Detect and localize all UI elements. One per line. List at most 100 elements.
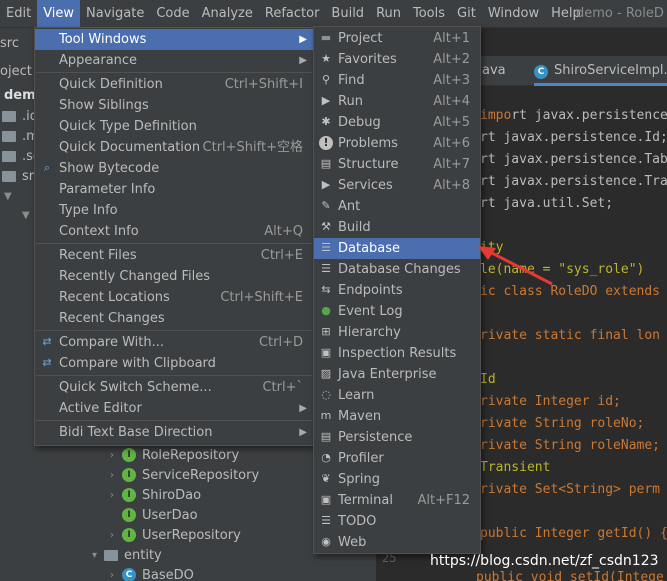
view-menu-item-quick-type-definition[interactable]: Quick Type Definition [35, 116, 313, 137]
code-line[interactable]: public Integer getId() { [480, 526, 667, 541]
tree-item-shirodao[interactable]: › I ShiroDao [110, 485, 201, 505]
tree-item-label: ServiceRepository [142, 467, 260, 483]
shortcut-label: Ctrl+Shift+I [224, 77, 303, 92]
menu-build[interactable]: Build [325, 0, 370, 28]
view-menu-item-show-siblings[interactable]: Show Siblings [35, 95, 313, 116]
tool-window-item-learn[interactable]: ◌ Learn [314, 385, 480, 406]
menu-run[interactable]: Run [370, 0, 407, 28]
menu-navigate[interactable]: Navigate [80, 0, 150, 28]
tool-window-item-event-log[interactable]: ● Event Log [314, 301, 480, 322]
view-menu-item-context-info[interactable]: Context Info Alt+Q [35, 221, 313, 242]
tool-window-item-project[interactable]: ▬ Project Alt+1 [314, 28, 480, 49]
tree-expand-row[interactable]: ▼ [22, 205, 34, 225]
menu-analyze[interactable]: Analyze [196, 0, 259, 28]
code-line[interactable]: rt javax.persistence.Tra [480, 174, 667, 189]
tree-item-rolerepository[interactable]: › I RoleRepository [110, 445, 239, 465]
view-menu-item-recent-changes[interactable]: Recent Changes [35, 308, 313, 329]
tool-window-item-find[interactable]: ⚲ Find Alt+3 [314, 70, 480, 91]
view-menu-item-bidi-text-base-direction[interactable]: Bidi Text Base Direction ▶ [35, 422, 313, 443]
tab-shiroserviceimpl[interactable]: C ShiroServiceImpl.java [534, 56, 667, 86]
menu-item-label: Compare With... [59, 335, 165, 350]
breadcrumb-src[interactable]: src [0, 36, 19, 51]
code-line[interactable]: rt javax.persistence.Tab [480, 152, 667, 167]
shortcut-label: Alt+1 [433, 31, 470, 46]
menu-item-label: Active Editor [59, 401, 142, 416]
tool-window-item-build[interactable]: ⚒ Build [314, 217, 480, 238]
terminal-icon: ▣ [320, 493, 332, 506]
code-line[interactable]: rt javax.persistence.Id; [480, 130, 667, 145]
tool-window-item-database[interactable]: ☰ Database [314, 238, 480, 259]
menu-window[interactable]: Window [482, 0, 545, 28]
view-menu-item-tool-windows[interactable]: Tool Windows ▶ [35, 29, 313, 50]
menu-code[interactable]: Code [150, 0, 195, 28]
bytecode-icon: ⌕ [43, 161, 51, 174]
view-menu-item-appearance[interactable]: Appearance ▶ [35, 50, 313, 71]
tree-item-entity[interactable]: ▾ entity [92, 545, 162, 565]
tool-window-item-maven[interactable]: m Maven [314, 406, 480, 427]
view-menu-item-type-info[interactable]: Type Info [35, 200, 313, 221]
tree-row-id[interactable]: .id [2, 106, 38, 126]
view-menu-item-active-editor[interactable]: Active Editor ▶ [35, 398, 313, 419]
code-line[interactable]: rivate Integer id; [480, 394, 621, 409]
view-menu-item-quick-documentation[interactable]: Quick Documentation Ctrl+Shift+空格 [35, 137, 313, 158]
tab-java[interactable]: ava [482, 56, 506, 86]
tool-window-item-problems[interactable]: ! Problems Alt+6 [314, 133, 480, 154]
view-menu-item-quick-definition[interactable]: Quick Definition Ctrl+Shift+I [35, 74, 313, 95]
menu-separator [36, 420, 312, 421]
view-menu-item-compare-with[interactable]: ⇄ Compare With... Ctrl+D [35, 332, 313, 353]
view-menu-item-compare-with-clipboard[interactable]: ⇄ Compare with Clipboard [35, 353, 313, 374]
hammer-icon: ⚒ [321, 220, 331, 233]
profiler-icon: ◔ [321, 451, 331, 464]
window-title: demo - RoleD [576, 6, 664, 21]
view-menu-item-recent-files[interactable]: Recent Files Ctrl+E [35, 245, 313, 266]
tool-window-item-java-enterprise[interactable]: ▨ Java Enterprise [314, 364, 480, 385]
tool-window-item-endpoints[interactable]: ⇆ Endpoints [314, 280, 480, 301]
view-menu-item-recent-locations[interactable]: Recent Locations Ctrl+Shift+E [35, 287, 313, 308]
tool-window-item-ant[interactable]: ✎ Ant [314, 196, 480, 217]
tool-window-item-persistence[interactable]: ▤ Persistence [314, 427, 480, 448]
tool-window-item-web[interactable]: ◉ Web [314, 532, 480, 553]
menu-tools[interactable]: Tools [407, 0, 451, 28]
tool-window-item-favorites[interactable]: ★ Favorites Alt+2 [314, 49, 480, 70]
menu-refactor[interactable]: Refactor [259, 0, 326, 28]
code-line[interactable]: public void setId(Intege [476, 570, 664, 581]
tool-window-item-terminal[interactable]: ▣ Terminal Alt+F12 [314, 490, 480, 511]
tool-window-item-structure[interactable]: ▤ Structure Alt+7 [314, 154, 480, 175]
tree-item-basedo[interactable]: › C BaseDO [110, 565, 194, 581]
code-line[interactable]: rivate String roleName; [480, 438, 660, 453]
code-line[interactable]: Id [480, 372, 496, 387]
view-menu-item-quick-switch-scheme[interactable]: Quick Switch Scheme... Ctrl+` [35, 377, 313, 398]
code-line[interactable]: rivate String roleNo; [480, 416, 644, 431]
menu-edit[interactable]: Edit [0, 0, 37, 28]
menu-view[interactable]: View [37, 0, 81, 28]
tree-expand-row[interactable]: ▼ [4, 186, 16, 206]
tool-window-item-run[interactable]: ▶ Run Alt+4 [314, 91, 480, 112]
tree-item-servicerepository[interactable]: › I ServiceRepository [110, 465, 259, 485]
tool-window-item-hierarchy[interactable]: ⊞ Hierarchy [314, 322, 480, 343]
class-icon: C [534, 65, 548, 79]
menu-git[interactable]: Git [451, 0, 482, 28]
code-line[interactable]: Transient [480, 460, 550, 475]
tool-windows-submenu: ▬ Project Alt+1 ★ Favorites Alt+2 ⚲ Find Alt+3 ▶ R… [313, 26, 481, 554]
tool-window-item-database-changes[interactable]: ☰ Database Changes [314, 259, 480, 280]
project-tab-label[interactable]: oject [0, 64, 32, 79]
view-menu-item-parameter-info[interactable]: Parameter Info [35, 179, 313, 200]
tool-window-item-inspection-results[interactable]: ▣ Inspection Results [314, 343, 480, 364]
tool-window-item-debug[interactable]: ✱ Debug Alt+5 [314, 112, 480, 133]
play-icon: ▶ [321, 94, 331, 107]
menu-item-label: Profiler [338, 451, 384, 466]
tree-item-userrepository[interactable]: › I UserRepository [110, 525, 241, 545]
view-menu-item-show-bytecode[interactable]: ⌕ Show Bytecode [35, 158, 313, 179]
code-line[interactable]: rt java.util.Set; [480, 196, 613, 211]
tool-window-item-profiler[interactable]: ◔ Profiler [314, 448, 480, 469]
tool-window-item-todo[interactable]: ☰ TODO [314, 511, 480, 532]
folder-icon [2, 130, 16, 142]
tool-window-item-spring[interactable]: ❦ Spring [314, 469, 480, 490]
code-line[interactable]: rivate static final lon [480, 328, 660, 343]
code-line[interactable]: import javax.persistence.Ent [480, 108, 667, 123]
tree-item-userdao[interactable]: I UserDao [122, 505, 198, 525]
view-menu-item-recently-changed-files[interactable]: Recently Changed Files [35, 266, 313, 287]
warning-icon: ! [319, 136, 333, 150]
tool-window-item-services[interactable]: ▶ Services Alt+8 [314, 175, 480, 196]
code-line[interactable]: rivate Set<String> perm [480, 482, 660, 497]
